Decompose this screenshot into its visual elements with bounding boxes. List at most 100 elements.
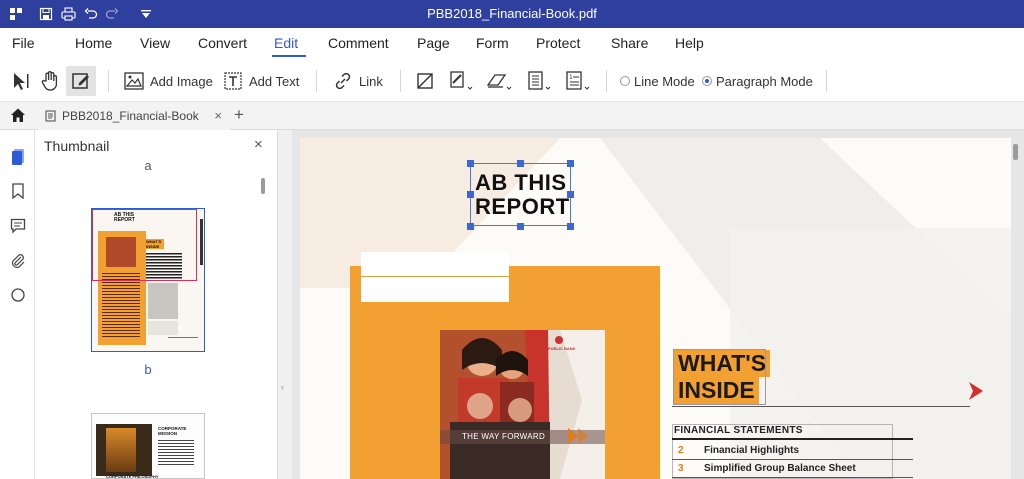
cover-brand: PUBLIC BANK bbox=[548, 346, 576, 351]
thumbnail-scrollbar[interactable] bbox=[261, 178, 265, 194]
search-panel-icon[interactable] bbox=[9, 286, 27, 304]
document-tab-bar: PBB2018_Financial-Book × + bbox=[0, 102, 1024, 130]
add-image-label: Add Image bbox=[150, 73, 213, 89]
resize-handle[interactable] bbox=[567, 191, 574, 198]
edit-box-icon bbox=[72, 73, 89, 89]
attachment-icon[interactable] bbox=[9, 252, 27, 270]
hand-tool-button[interactable] bbox=[40, 60, 60, 102]
menu-home[interactable]: Home bbox=[75, 28, 112, 60]
header-footer-button[interactable] bbox=[526, 60, 552, 102]
document-scrollbar[interactable] bbox=[1013, 144, 1018, 160]
thumbnail-page-c[interactable]: CORPORATE MISSION CORPORATE PHILOSOPHY bbox=[91, 413, 205, 479]
text-box-icon bbox=[224, 72, 242, 90]
collapse-panel-icon[interactable]: ‹ bbox=[281, 382, 284, 392]
toc-row-number: 2 bbox=[678, 445, 684, 456]
menu-page[interactable]: Page bbox=[417, 28, 450, 60]
bates-number-button[interactable]: 1 bbox=[564, 60, 592, 102]
line-mode-option[interactable]: Line Mode bbox=[620, 60, 695, 102]
paragraph-mode-radio[interactable] bbox=[702, 76, 712, 86]
menu-form[interactable]: Form bbox=[476, 28, 509, 60]
menu-convert[interactable]: Convert bbox=[198, 28, 247, 60]
resize-handle[interactable] bbox=[467, 160, 474, 167]
white-card bbox=[361, 252, 509, 302]
panel-splitter[interactable]: ‹ bbox=[278, 130, 292, 479]
crop-button[interactable] bbox=[416, 60, 434, 102]
toolbar-separator bbox=[606, 70, 607, 92]
link-button[interactable]: Link bbox=[333, 60, 383, 102]
thumbnail-panel: Thumbnail × a AB THIS REPORT WHAT'S INSID… bbox=[36, 130, 278, 479]
thumbnail-panel-title: Thumbnail bbox=[44, 138, 110, 154]
text-selection-box[interactable] bbox=[470, 163, 571, 226]
image-icon bbox=[124, 72, 144, 90]
edit-tool-button[interactable] bbox=[66, 66, 96, 96]
toc-row-label: Financial Highlights bbox=[704, 445, 800, 456]
toc-row-label: Simplified Group Balance Sheet bbox=[704, 463, 856, 474]
thumbnail-page-b[interactable]: AB THIS REPORT WHAT'S INSIDE bbox=[91, 208, 205, 352]
menu-share[interactable]: Share bbox=[611, 28, 648, 60]
line-mode-radio[interactable] bbox=[620, 76, 630, 86]
paragraph-mode-label: Paragraph Mode bbox=[716, 73, 813, 89]
page-label-a: a bbox=[144, 158, 152, 173]
thumbnails-panel-icon[interactable] bbox=[9, 148, 27, 166]
whats-inside-divider bbox=[672, 406, 970, 407]
watermark-icon bbox=[450, 71, 473, 90]
document-tab-icon bbox=[45, 110, 56, 122]
toc-rule bbox=[672, 477, 913, 478]
resize-handle[interactable] bbox=[467, 191, 474, 198]
menu-help[interactable]: Help bbox=[675, 28, 704, 60]
resize-handle[interactable] bbox=[467, 223, 474, 230]
cover-caption: THE WAY FORWARD bbox=[462, 432, 546, 441]
numbered-page-icon: 1 bbox=[566, 71, 590, 90]
toc-rule bbox=[672, 459, 913, 460]
menu-bar: File Home View Convert Edit Comment Page… bbox=[0, 28, 1024, 60]
annual-report-cover-image[interactable]: THE WAY FORWARD PUBLIC BANK bbox=[440, 330, 605, 479]
background-button[interactable] bbox=[485, 60, 513, 102]
comments-icon[interactable] bbox=[9, 217, 27, 235]
link-icon bbox=[335, 72, 351, 90]
title-bar: PBB2018_Financial-Book.pdf bbox=[0, 0, 1024, 28]
resize-handle[interactable] bbox=[517, 160, 524, 167]
menu-protect[interactable]: Protect bbox=[536, 28, 580, 60]
toolbar-separator bbox=[826, 70, 827, 92]
paragraph-mode-option[interactable]: Paragraph Mode bbox=[702, 60, 813, 102]
document-view: AB THIS REPORT THE WAY FORWARD PUBLIC BA… bbox=[292, 130, 1024, 479]
edit-toolbar: Add Image Add Text Link 1 Line Mode Para… bbox=[0, 60, 1024, 102]
whats-inside-text-frame bbox=[673, 349, 766, 405]
watermark-button[interactable] bbox=[448, 60, 474, 102]
link-label: Link bbox=[359, 73, 383, 89]
cover-artwork bbox=[440, 330, 605, 479]
financial-statements-heading[interactable]: FINANCIAL STATEMENTS bbox=[674, 425, 803, 436]
home-icon[interactable] bbox=[10, 107, 26, 128]
thumb-corporate-mission: CORPORATE MISSION bbox=[158, 426, 187, 436]
line-mode-label: Line Mode bbox=[634, 73, 695, 89]
header-footer-icon bbox=[528, 71, 551, 90]
toc-row[interactable]: 3 Simplified Group Balance Sheet bbox=[678, 463, 856, 474]
window-title: PBB2018_Financial-Book.pdf bbox=[427, 6, 597, 21]
crop-icon bbox=[417, 73, 433, 89]
close-panel-icon[interactable]: × bbox=[254, 136, 263, 153]
menu-comment[interactable]: Comment bbox=[328, 28, 389, 60]
arrow-right-icon bbox=[969, 382, 983, 400]
active-menu-indicator bbox=[272, 55, 306, 57]
bookmark-icon[interactable] bbox=[9, 182, 27, 200]
add-text-button[interactable]: Add Text bbox=[223, 60, 299, 102]
eraser-icon bbox=[486, 74, 512, 90]
resize-handle[interactable] bbox=[567, 223, 574, 230]
resize-handle[interactable] bbox=[567, 160, 574, 167]
toc-row[interactable]: 2 Financial Highlights bbox=[678, 445, 799, 456]
hand-icon bbox=[41, 71, 58, 91]
select-tool-button[interactable] bbox=[10, 60, 32, 102]
new-tab-icon[interactable]: + bbox=[234, 105, 244, 125]
pdf-page: AB THIS REPORT THE WAY FORWARD PUBLIC BA… bbox=[300, 138, 1011, 479]
document-tab[interactable]: PBB2018_Financial-Book × bbox=[38, 102, 230, 130]
left-icon-rail bbox=[0, 130, 35, 479]
close-tab-icon[interactable]: × bbox=[214, 108, 222, 123]
add-image-button[interactable]: Add Image bbox=[124, 60, 213, 102]
menu-file[interactable]: File bbox=[12, 28, 35, 60]
add-text-label: Add Text bbox=[249, 73, 300, 89]
svg-text:1: 1 bbox=[569, 74, 573, 81]
toolbar-separator bbox=[400, 70, 401, 92]
menu-view[interactable]: View bbox=[140, 28, 170, 60]
resize-handle[interactable] bbox=[517, 223, 524, 230]
toc-row-number: 3 bbox=[678, 463, 684, 474]
